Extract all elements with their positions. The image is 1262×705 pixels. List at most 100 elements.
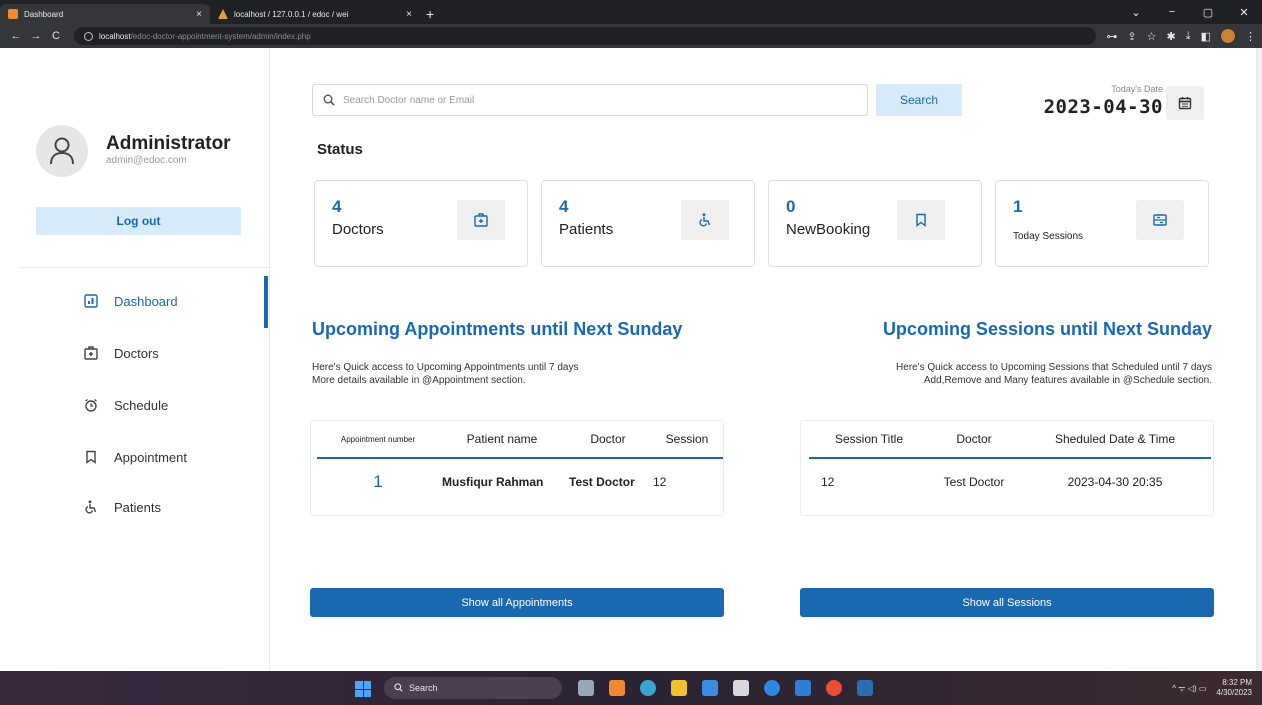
app-orange-icon[interactable] bbox=[609, 680, 625, 696]
calendar-icon bbox=[1178, 97, 1192, 110]
profile-name: Administrator bbox=[106, 133, 231, 154]
card-label: NewBooking bbox=[786, 221, 871, 238]
appointments-table: Appointment number Patient name Doctor S… bbox=[310, 420, 724, 516]
sessions-description: Here's Quick access to Upcoming Sessions… bbox=[896, 361, 1212, 387]
appointment-number-cell: 1 bbox=[373, 472, 383, 491]
user-icon bbox=[50, 137, 74, 165]
sessions-desc-line: Here's Quick access to Upcoming Sessions… bbox=[896, 362, 1212, 373]
card-label: Patients bbox=[559, 221, 614, 238]
close-window-button[interactable]: ✕ bbox=[1226, 6, 1262, 19]
download-icon[interactable]: ⤓ bbox=[1186, 30, 1191, 43]
password-key-icon[interactable]: ⊶ bbox=[1106, 30, 1117, 43]
word-icon[interactable] bbox=[857, 680, 873, 696]
tab-label: Dashboard bbox=[24, 9, 64, 19]
column-header: Appointment number bbox=[317, 421, 439, 459]
page-scrollbar[interactable] bbox=[1256, 48, 1262, 671]
card-value: 0 bbox=[786, 197, 796, 216]
task-view-icon[interactable] bbox=[578, 680, 594, 696]
back-button[interactable]: ← bbox=[6, 30, 26, 42]
sidebar-item-label: Schedule bbox=[114, 397, 169, 413]
appointments-heading: Upcoming Appointments until Next Sunday bbox=[312, 319, 683, 339]
chrome-icon[interactable] bbox=[826, 680, 842, 696]
search-icon bbox=[323, 94, 335, 106]
card-value: 4 bbox=[559, 197, 569, 216]
patient-name-cell: Musfiqur Rahman bbox=[442, 475, 544, 489]
search-box bbox=[312, 84, 868, 116]
site-info-icon[interactable] bbox=[84, 31, 93, 41]
sidebar-item-patients[interactable]: Patients bbox=[80, 494, 270, 520]
browser-tab-strip: Dashboard × localhost / 127.0.0.1 / edoc… bbox=[0, 0, 1262, 24]
sidebar-item-label: Dashboard bbox=[114, 293, 178, 309]
browser-menu-icon[interactable]: ⋮ bbox=[1245, 30, 1256, 43]
dashboard-icon bbox=[80, 294, 102, 308]
card-label: Today Sessions bbox=[1013, 231, 1084, 242]
calendar-button[interactable] bbox=[1166, 86, 1204, 120]
maximize-button[interactable]: ▢ bbox=[1190, 6, 1226, 19]
sidebar-item-doctors[interactable]: Doctors bbox=[80, 340, 270, 366]
profile-email: admin@edoc.com bbox=[106, 155, 187, 166]
logout-button[interactable]: Log out bbox=[36, 207, 241, 235]
doctor-cell: Test Doctor bbox=[943, 475, 1005, 489]
search-button[interactable]: Search bbox=[876, 84, 962, 116]
tab-phpmyadmin[interactable]: localhost / 127.0.0.1 / edoc / wei × bbox=[210, 4, 420, 24]
share-icon[interactable]: ⇪ bbox=[1127, 30, 1136, 43]
sessions-table: Session Title Doctor Sheduled Date & Tim… bbox=[800, 420, 1214, 516]
toolbar-icons: ⊶ ⇪ ☆ ✱ ⤓ ◧ ⋮ bbox=[1106, 29, 1256, 43]
show-all-appointments-button[interactable]: Show all Appointments bbox=[310, 588, 724, 617]
sidebar-item-dashboard[interactable]: Dashboard bbox=[80, 288, 270, 314]
side-panel-icon[interactable]: ◧ bbox=[1201, 30, 1211, 43]
schedule-icon bbox=[80, 398, 102, 412]
windows-start-icon[interactable] bbox=[355, 681, 371, 697]
mail-icon[interactable] bbox=[702, 680, 718, 696]
extensions-icon[interactable]: ✱ bbox=[1167, 30, 1176, 43]
phpmyadmin-favicon-icon bbox=[218, 9, 228, 19]
profile-avatar-icon[interactable] bbox=[1221, 29, 1235, 43]
edge-icon[interactable] bbox=[640, 680, 656, 696]
url-field[interactable]: localhost /edoc-doctor-appointment-syste… bbox=[74, 27, 1097, 45]
forward-button[interactable]: → bbox=[26, 30, 46, 42]
bookmark-star-icon[interactable]: ☆ bbox=[1147, 30, 1157, 43]
favicon-icon bbox=[8, 9, 18, 19]
status-card-today-sessions: 1 Today Sessions bbox=[995, 180, 1209, 267]
bookmark-icon bbox=[80, 450, 102, 464]
sidebar-item-label: Patients bbox=[114, 499, 161, 515]
app-blue-icon[interactable] bbox=[764, 680, 780, 696]
card-value: 4 bbox=[332, 197, 342, 216]
active-nav-indicator bbox=[264, 276, 268, 328]
address-bar: ← → C localhost /edoc-doctor-appointment… bbox=[0, 24, 1262, 48]
column-header: Sheduled Date & Time bbox=[1019, 421, 1211, 459]
search-input[interactable] bbox=[343, 94, 857, 106]
wheelchair-icon bbox=[681, 200, 729, 240]
scheduled-datetime-cell: 2023-04-30 20:35 bbox=[1067, 475, 1163, 489]
sidebar: Administrator admin@edoc.com Log out Das… bbox=[0, 48, 270, 671]
appointments-desc-line: Here's Quick access to Upcoming Appointm… bbox=[312, 362, 579, 373]
vscode-icon[interactable] bbox=[795, 680, 811, 696]
file-explorer-icon[interactable] bbox=[671, 680, 687, 696]
clock[interactable]: 8:32 PM 4/30/2023 bbox=[1216, 678, 1252, 698]
window-controls: ⌄ − ▢ ✕ bbox=[1118, 0, 1262, 24]
show-all-sessions-button[interactable]: Show all Sessions bbox=[800, 588, 1214, 617]
sessions-desc-line: Add,Remove and Many features available i… bbox=[923, 375, 1212, 386]
tray-icons[interactable]: ^ ᯤ ◁) ▭ bbox=[1172, 683, 1206, 694]
tab-search-icon[interactable]: ⌄ bbox=[1118, 6, 1154, 19]
sidebar-item-appointment[interactable]: Appointment bbox=[80, 444, 270, 470]
taskbar-search[interactable]: Search bbox=[384, 677, 562, 699]
tab-close-icon[interactable]: × bbox=[196, 9, 202, 20]
sidebar-item-schedule[interactable]: Schedule bbox=[80, 392, 270, 418]
minimize-button[interactable]: − bbox=[1154, 6, 1190, 18]
status-card-doctors: 4 Doctors bbox=[314, 180, 528, 267]
reload-button[interactable]: C bbox=[46, 30, 66, 42]
status-heading: Status bbox=[317, 141, 363, 158]
date-value: 2023-04-30 bbox=[1043, 96, 1163, 118]
tab-close-icon[interactable]: × bbox=[406, 9, 412, 20]
doctor-icon bbox=[457, 200, 505, 240]
card-value: 1 bbox=[1013, 197, 1023, 216]
tab-dashboard[interactable]: Dashboard × bbox=[0, 4, 210, 24]
notepad-icon[interactable] bbox=[733, 680, 749, 696]
date-label: Today's Date bbox=[1111, 84, 1163, 94]
column-header: Patient name bbox=[439, 421, 565, 459]
wheelchair-icon bbox=[80, 500, 102, 514]
status-card-newbooking: 0 NewBooking bbox=[768, 180, 982, 267]
new-tab-button[interactable]: + bbox=[426, 4, 434, 24]
doctor-icon bbox=[80, 346, 102, 360]
